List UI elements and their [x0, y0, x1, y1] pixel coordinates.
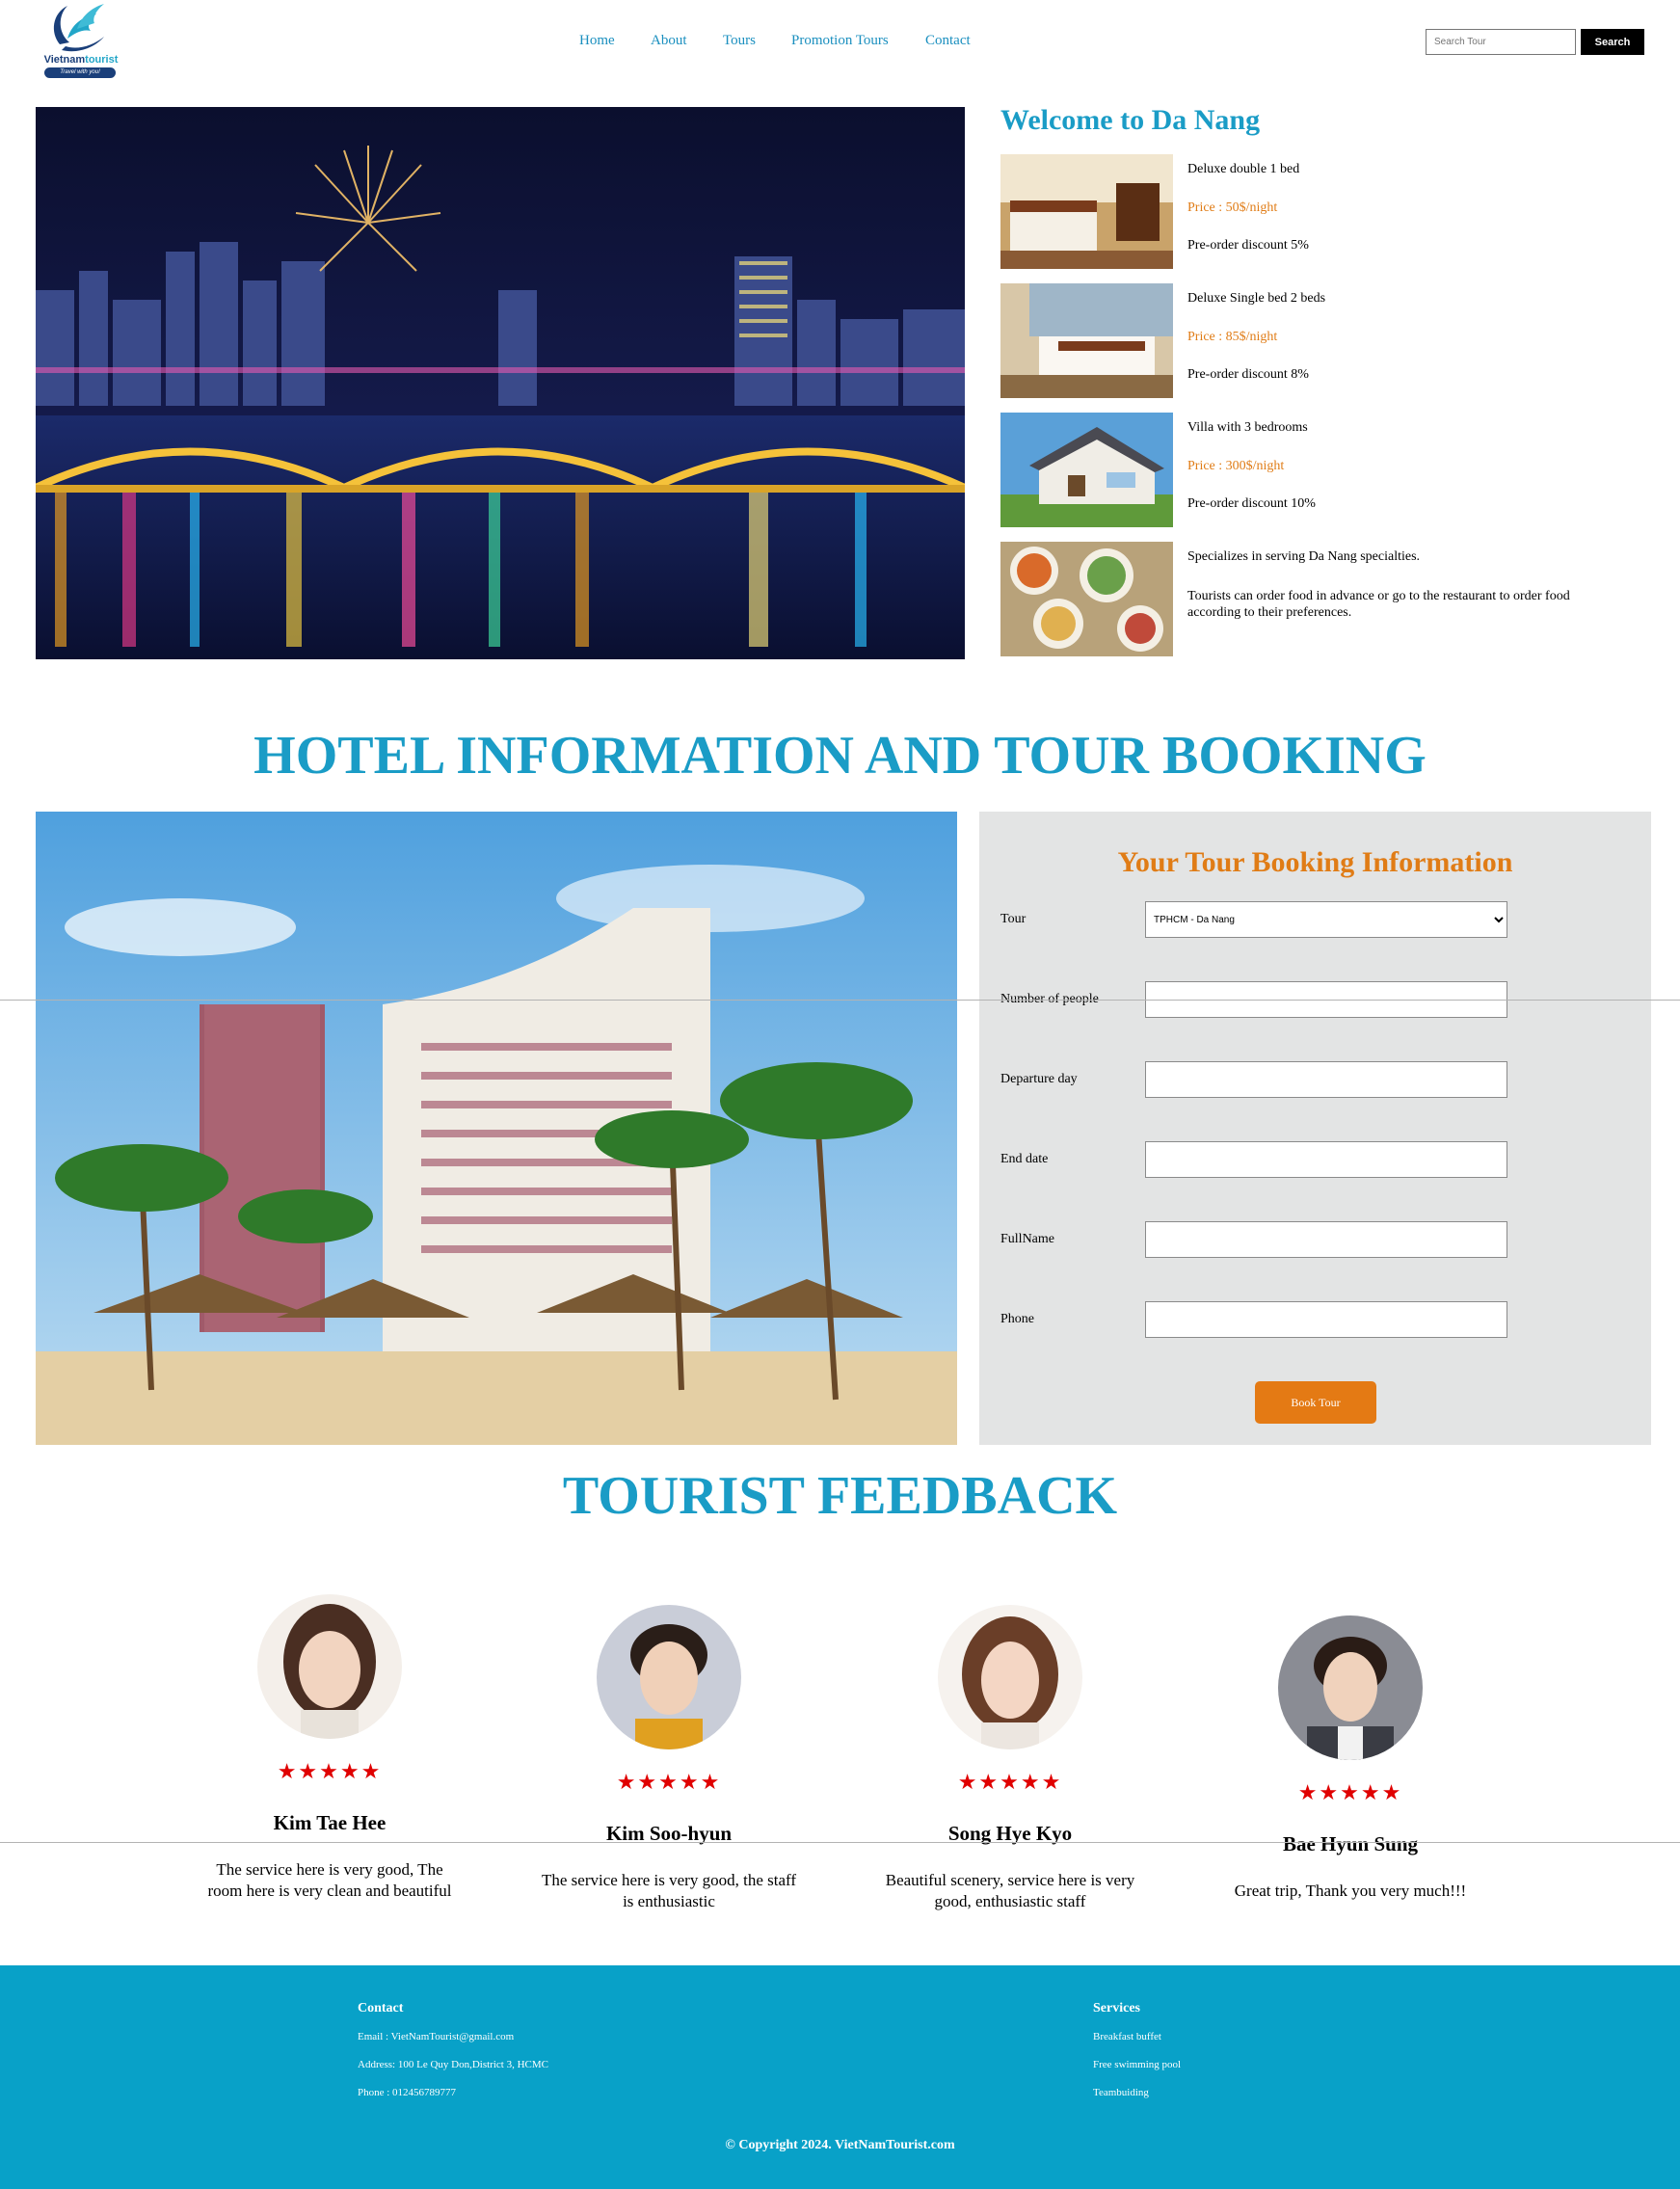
- room-discount: Pre-order discount 10%: [1187, 496, 1316, 511]
- star-rating: ★★★★★: [957, 1770, 1063, 1794]
- room-name: Villa with 3 bedrooms: [1187, 420, 1308, 435]
- hero-image-da-nang-night: [36, 107, 965, 659]
- room-price: Price : 300$/night: [1187, 459, 1285, 473]
- welcome-title: Welcome to Da Nang: [1000, 104, 1261, 136]
- city-night-illustration: [36, 107, 965, 659]
- hotel-section-title: HOTEL INFORMATION AND TOUR BOOKING: [253, 726, 1427, 786]
- logo-wordmark: Vietnamtourist: [40, 54, 121, 66]
- avatar: [257, 1594, 402, 1739]
- star-rating: ★★★★★: [1297, 1780, 1403, 1804]
- nav-promotion-tours[interactable]: Promotion Tours: [791, 33, 889, 49]
- departure-day-label: Departure day: [1000, 1072, 1078, 1086]
- nav-contact[interactable]: Contact: [925, 33, 971, 49]
- review-text: The service here is very good, The room …: [207, 1860, 452, 1900]
- logo-brand-accent: tourist: [85, 54, 119, 66]
- nav-tours[interactable]: Tours: [723, 33, 756, 49]
- specialty-headline: Specializes in serving Da Nang specialti…: [1187, 549, 1421, 564]
- divider-line: [0, 1000, 1680, 1001]
- logo-tagline: Travel with you!: [44, 67, 116, 78]
- room-name: Deluxe double 1 bed: [1187, 162, 1300, 176]
- reviewer-name: Kim Tae Hee: [273, 1811, 387, 1834]
- footer-services-title: Services: [1093, 2001, 1140, 2015]
- fullname-label: FullName: [1000, 1232, 1054, 1246]
- footer-service-item[interactable]: Free swimming pool: [1093, 2059, 1181, 2070]
- room-photo-deluxe-double: [1000, 154, 1173, 269]
- hotel-beach-photo: [36, 812, 957, 1445]
- footer-service-item[interactable]: Breakfast buffet: [1093, 2031, 1161, 2042]
- reviewer-name: Bae Hyun Sung: [1282, 1832, 1419, 1855]
- fullname-input[interactable]: [1145, 1221, 1507, 1258]
- booking-form: Your Tour Booking Information Tour TPHCM…: [979, 812, 1651, 1445]
- room-photo-deluxe-single: [1000, 283, 1173, 398]
- star-rating: ★★★★★: [277, 1759, 383, 1783]
- review-text: The service here is very good, the staff…: [541, 1871, 797, 1910]
- phone-input[interactable]: [1145, 1301, 1507, 1338]
- copyright: © Copyright 2024. VietNamTourist.com: [725, 2138, 955, 2152]
- nav-about[interactable]: About: [651, 33, 687, 49]
- room-price: Price : 50$/night: [1187, 200, 1278, 215]
- search-input[interactable]: [1426, 29, 1576, 55]
- footer-service-item[interactable]: Teambuiding: [1093, 2087, 1149, 2098]
- room-discount: Pre-order discount 5%: [1187, 238, 1309, 253]
- tour-select[interactable]: TPHCM - Da Nang: [1145, 901, 1507, 938]
- tour-label: Tour: [1000, 912, 1027, 926]
- footer-email[interactable]: Email : VietNamTourist@gmail.com: [358, 2031, 514, 2042]
- room-price: Price : 85$/night: [1187, 330, 1278, 344]
- star-rating: ★★★★★: [616, 1770, 722, 1794]
- avatar: [597, 1605, 741, 1749]
- search-button[interactable]: Search: [1581, 29, 1644, 55]
- room-name: Deluxe Single bed 2 beds: [1187, 291, 1326, 306]
- nav-home[interactable]: Home: [579, 33, 615, 49]
- footer-contact-title: Contact: [358, 2001, 404, 2015]
- divider-line: [0, 1842, 1680, 1843]
- end-date-input[interactable]: [1145, 1141, 1507, 1178]
- book-tour-button[interactable]: Book Tour: [1255, 1381, 1376, 1424]
- site-footer: Contact Email : VietNamTourist@gmail.com…: [0, 1965, 1680, 2189]
- room-discount: Pre-order discount 8%: [1187, 367, 1309, 382]
- review-text: Beautiful scenery, service here is very …: [885, 1871, 1135, 1910]
- phone-label: Phone: [1000, 1312, 1034, 1326]
- end-date-label: End date: [1000, 1152, 1049, 1166]
- feedback-section-title: TOURIST FEEDBACK: [562, 1466, 1118, 1526]
- footer-address: Address: 100 Le Quy Don,District 3, HCMC: [358, 2059, 548, 2070]
- room-photo-villa: [1000, 413, 1173, 527]
- logo-brand-main: Vietnam: [43, 54, 86, 66]
- footer-phone: Phone : 012456789777: [358, 2087, 457, 2098]
- review-text: Great trip, Thank you very much!!!: [1234, 1882, 1467, 1900]
- specialty-description: Tourists can order food in advance or go…: [1187, 589, 1570, 620]
- avatar: [1278, 1615, 1423, 1760]
- departure-day-input[interactable]: [1145, 1061, 1507, 1098]
- avatar: [938, 1605, 1082, 1749]
- food-photo-specialties: [1000, 542, 1173, 656]
- booking-form-title: Your Tour Booking Information: [1117, 846, 1513, 878]
